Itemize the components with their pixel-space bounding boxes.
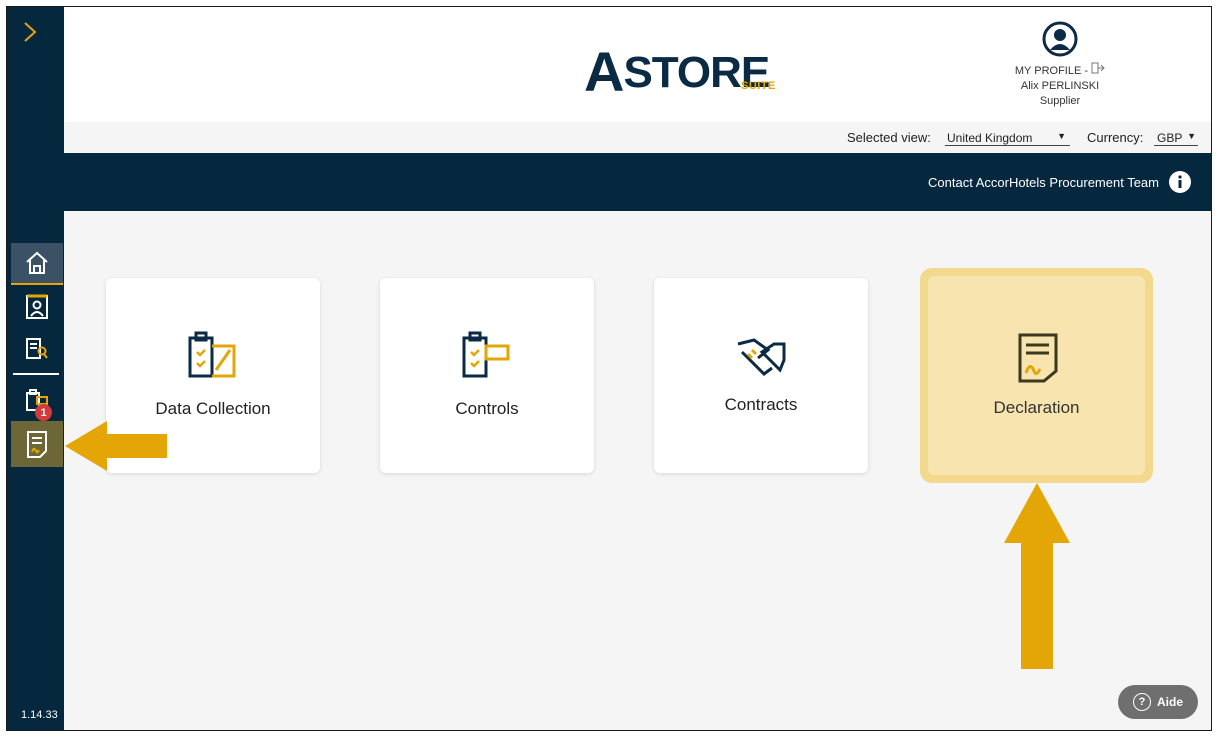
home-icon bbox=[26, 251, 48, 274]
sidebar-item-declaration[interactable] bbox=[11, 421, 63, 467]
card-label: Declaration bbox=[993, 398, 1080, 417]
contact-procurement-link[interactable]: Contact AccorHotels Procurement Team bbox=[928, 175, 1159, 190]
data-collection-icon bbox=[188, 331, 236, 378]
info-icon[interactable] bbox=[1169, 171, 1191, 193]
user-name: Alix PERLINSKI bbox=[1020, 80, 1100, 92]
my-profile-label[interactable]: MY PROFILE - bbox=[1015, 65, 1088, 77]
arrow-up-annotation bbox=[1004, 483, 1070, 669]
document-search-icon bbox=[26, 338, 48, 359]
logo-subtitle: SUITE bbox=[741, 80, 776, 92]
user-avatar-icon[interactable] bbox=[1042, 21, 1078, 57]
currency-value: GBP bbox=[1157, 131, 1183, 145]
logo-initial: A bbox=[584, 40, 624, 103]
filter-bar: Selected view: United Kingdom ▼ Currency… bbox=[64, 122, 1211, 153]
notification-badge: 1 bbox=[35, 404, 52, 421]
sidebar-item-profile[interactable] bbox=[11, 287, 63, 327]
logout-icon[interactable] bbox=[1091, 62, 1105, 74]
selected-view-label: Selected view: bbox=[847, 130, 931, 145]
declaration-icon bbox=[1018, 333, 1058, 383]
help-button[interactable]: ? Aide bbox=[1118, 685, 1198, 719]
card-label: Data Collection bbox=[155, 399, 271, 418]
header: ASTORE SUITE MY PROFILE - Alix PERLINSKI… bbox=[64, 7, 1211, 122]
card-label: Controls bbox=[455, 399, 519, 418]
astore-logo: ASTORE SUITE bbox=[584, 35, 794, 103]
dropdown-arrow-icon: ▼ bbox=[1057, 131, 1066, 141]
arrow-left-annotation bbox=[65, 421, 167, 471]
chevron-right-icon[interactable] bbox=[19, 21, 41, 43]
selected-view-dropdown[interactable]: United Kingdom ▼ bbox=[945, 130, 1070, 146]
selected-view-value: United Kingdom bbox=[947, 131, 1033, 145]
help-icon: ? bbox=[1132, 693, 1151, 711]
card-declaration[interactable]: Declaration bbox=[920, 268, 1153, 483]
help-label: Aide bbox=[1156, 695, 1183, 709]
card-controls[interactable]: Controls bbox=[380, 278, 594, 473]
controls-icon bbox=[462, 331, 510, 378]
card-label: Contracts bbox=[724, 395, 798, 414]
currency-label: Currency: bbox=[1087, 130, 1144, 145]
declaration-icon bbox=[27, 431, 47, 458]
user-role: Supplier bbox=[1039, 95, 1081, 107]
sidebar-item-search-docs[interactable] bbox=[11, 329, 63, 369]
dropdown-arrow-icon: ▼ bbox=[1187, 131, 1196, 141]
app-frame: 1 1.14.33 ASTORE SUITE MY PROFILE - Alix… bbox=[6, 6, 1212, 731]
currency-dropdown[interactable]: GBP ▼ bbox=[1154, 130, 1198, 146]
id-card-icon bbox=[26, 294, 48, 319]
sidebar: 1 1.14.33 bbox=[7, 7, 64, 730]
handshake-icon bbox=[737, 338, 786, 376]
sidebar-divider bbox=[13, 373, 59, 375]
sidebar-item-home[interactable] bbox=[11, 243, 63, 285]
app-version: 1.14.33 bbox=[21, 709, 58, 721]
card-contracts[interactable]: Contracts bbox=[654, 278, 868, 473]
nav-bar: Contact AccorHotels Procurement Team bbox=[64, 153, 1211, 211]
profile-menu[interactable]: MY PROFILE - Alix PERLINSKI Supplier bbox=[1000, 21, 1120, 109]
